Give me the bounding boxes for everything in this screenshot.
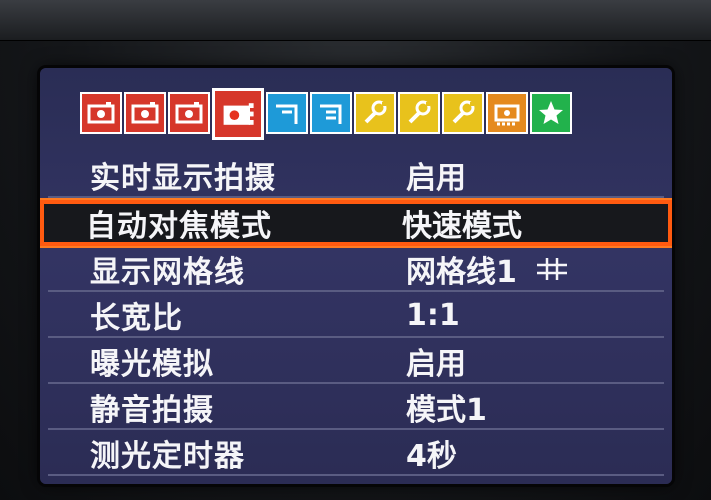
menu-item-value-text: 4秒 [406,439,457,474]
menu-item-label: 实时显示拍摄 [90,161,276,196]
menu-item-af-mode[interactable]: 自动对焦模式 快速模式 [40,200,672,246]
menu-item-label: 曝光模拟 [90,347,214,382]
menu-item-value: 启用 [406,339,466,383]
menu-item-value-text: 模式1 [406,393,487,428]
menu-item-label: 长宽比 [90,301,183,336]
menu-item-value-text: 启用 [406,161,466,196]
shooting-menu-list: 实时显示拍摄 启用 自动对焦模式 快速模式 显示网格线 网格线1 长宽比 1:1… [40,154,672,478]
playback-icon [276,104,298,124]
grid-icon [536,258,567,280]
wrench-icon [408,100,431,124]
menu-item-value-text: 快速模式 [402,209,522,244]
menu-item-label: 测光定时器 [90,439,245,474]
lcd-screen: 实时显示拍摄 启用 自动对焦模式 快速模式 显示网格线 网格线1 长宽比 1:1… [40,68,672,484]
menu-item-value: 快速模式 [402,201,522,245]
menu-item-exposure-simulation[interactable]: 曝光模拟 启用 [48,340,664,384]
menu-item-label: 显示网格线 [90,255,245,290]
playback-tab-1[interactable] [266,92,308,134]
menu-item-value-text: 启用 [406,347,466,382]
menu-item-label: 自动对焦模式 [86,209,272,244]
menu-item-value: 启用 [406,153,466,197]
camera-top-edge [0,0,711,41]
menu-item-grid-display[interactable]: 显示网格线 网格线1 [48,248,664,292]
star-icon [539,101,563,124]
menu-item-aspect-ratio[interactable]: 长宽比 1:1 [48,294,664,338]
menu-tab-strip [80,88,572,140]
menu-item-label: 静音拍摄 [90,393,214,428]
playback-icon [320,104,342,124]
menu-item-value-text: 网格线1 [406,255,517,290]
shooting-tab-2[interactable] [124,92,166,134]
wrench-icon [364,100,387,124]
menu-item-silent-shooting[interactable]: 静音拍摄 模式1 [48,386,664,430]
setup-tab-3[interactable] [442,92,484,134]
playback-tab-2[interactable] [310,92,352,134]
menu-item-value-text: 1:1 [406,297,460,333]
setup-tab-2[interactable] [398,92,440,134]
my-menu-tab[interactable] [530,92,572,134]
camera-icon [175,102,203,124]
camera-icon [87,102,115,124]
menu-item-value: 网格线1 [406,247,569,291]
menu-item-metering-timer[interactable]: 测光定时器 4秒 [48,432,664,476]
wrench-icon [452,100,475,124]
camera-icon [223,103,254,125]
shooting-tab-3[interactable] [168,92,210,134]
shooting-tab-4[interactable] [212,88,264,140]
menu-item-value: 1:1 [406,298,460,333]
menu-item-live-view-shooting[interactable]: 实时显示拍摄 启用 [48,154,664,198]
menu-item-value: 模式1 [406,385,487,429]
menu-item-value: 4秒 [406,431,457,475]
camera-icon [131,102,159,124]
setup-tab-1[interactable] [354,92,396,134]
custom-camera-icon [494,104,520,126]
custom-functions-tab[interactable] [486,92,528,134]
shooting-tab-1[interactable] [80,92,122,134]
